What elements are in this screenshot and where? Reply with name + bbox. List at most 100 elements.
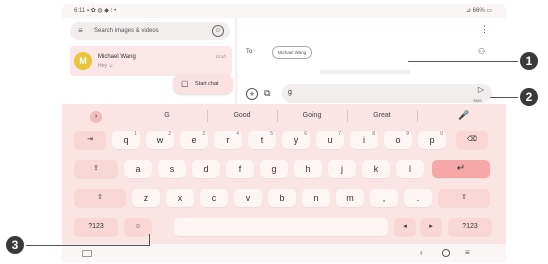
key-v[interactable]: v <box>234 189 262 207</box>
home-icon[interactable] <box>442 249 450 257</box>
conversation-item[interactable] <box>70 46 232 76</box>
symbols-key[interactable]: ?123 <box>74 218 118 236</box>
key-number-hint: 9 <box>406 131 409 137</box>
key-q[interactable]: q1 <box>112 131 140 149</box>
key-label: r <box>226 135 230 145</box>
key-label: ⇧ <box>461 194 467 201</box>
draft-label: Draft <box>216 54 226 59</box>
key-f[interactable]: f <box>226 160 254 178</box>
key-k[interactable]: k <box>362 160 390 178</box>
key-l[interactable]: l <box>396 160 424 178</box>
start-chat-label: Start chat <box>195 81 219 87</box>
key-label: v <box>245 193 251 203</box>
send-button[interactable]: ▷ SMS <box>472 84 490 103</box>
key-number-hint: 8 <box>372 131 375 137</box>
key-t[interactable]: t5 <box>248 131 276 149</box>
key-s[interactable]: s <box>158 160 186 178</box>
profile-icon[interactable]: ☺ <box>212 25 224 37</box>
key-label: l <box>409 164 411 174</box>
key-label: ⇪ <box>93 165 99 172</box>
search-bar[interactable]: ≡ Search images & videos ☺ <box>70 22 230 40</box>
cursor-right-key[interactable]: ▸ <box>420 218 442 236</box>
keyboard-switch-icon[interactable] <box>82 250 92 257</box>
key-j[interactable]: j <box>328 160 356 178</box>
key-e[interactable]: e3 <box>180 131 208 149</box>
recipient-chip[interactable]: Michael Wang <box>272 46 312 59</box>
shift-key[interactable]: ⇧ <box>438 189 490 207</box>
key-a[interactable]: a <box>124 160 152 178</box>
suggestion-item[interactable]: Going <box>292 112 332 119</box>
key-label: ▸ <box>429 223 433 230</box>
key-label: u <box>327 135 333 145</box>
key-label: h <box>305 164 311 174</box>
key-i[interactable]: i8 <box>350 131 378 149</box>
tab-key[interactable]: ⇥ <box>74 131 106 149</box>
key-label: m <box>346 193 354 203</box>
emoji-key[interactable]: ☺ <box>124 218 152 236</box>
suggestion-item[interactable]: G <box>152 112 182 119</box>
symbols-key[interactable]: ?123 <box>448 218 492 236</box>
navigation-bar: ‹ ≡ <box>62 246 506 262</box>
key-label: t <box>260 135 264 145</box>
period-key[interactable]: . <box>404 189 432 207</box>
key-label: s <box>169 164 175 174</box>
caps-lock-key[interactable]: ⇪ <box>74 160 118 178</box>
space-key[interactable] <box>174 218 388 236</box>
back-icon[interactable]: ‹ <box>420 248 423 257</box>
key-c[interactable]: c <box>200 189 228 207</box>
key-label: ?123 <box>462 223 478 230</box>
suggestion-item[interactable]: Great <box>362 112 402 119</box>
key-label: ◂ <box>403 223 407 230</box>
key-label: ?123 <box>88 223 104 230</box>
enter-key[interactable]: ↵ <box>432 160 490 178</box>
callout-line-3 <box>26 245 150 246</box>
start-chat-button[interactable]: ▢ Start chat <box>173 74 233 94</box>
to-label: To <box>246 49 253 55</box>
key-r[interactable]: r4 <box>214 131 242 149</box>
key-x[interactable]: x <box>166 189 194 207</box>
mic-icon[interactable]: 🎤 <box>458 110 469 121</box>
key-number-hint: 1 <box>134 131 137 137</box>
key-label: f <box>238 164 242 174</box>
key-d[interactable]: d <box>192 160 220 178</box>
suggestion-divider <box>277 110 278 122</box>
gallery-icon[interactable]: ⧉ <box>264 88 270 99</box>
key-n[interactable]: n <box>302 189 330 207</box>
key-g[interactable]: g <box>260 160 288 178</box>
key-b[interactable]: b <box>268 189 296 207</box>
key-label: b <box>279 193 285 203</box>
chat-icon: ▢ <box>181 79 189 88</box>
key-label: x <box>177 193 183 203</box>
message-input[interactable]: g <box>282 84 492 103</box>
add-person-icon[interactable]: ⚇ <box>478 47 485 56</box>
shift-key[interactable]: ⇧ <box>74 189 126 207</box>
key-label: ☺ <box>134 223 142 230</box>
recents-icon[interactable]: ≡ <box>465 248 470 257</box>
key-label: q <box>123 135 129 145</box>
suggestion-item[interactable]: Good <box>222 112 262 119</box>
key-w[interactable]: w2 <box>146 131 174 149</box>
key-u[interactable]: u7 <box>316 131 344 149</box>
key-z[interactable]: z <box>132 189 160 207</box>
avatar: M <box>74 52 92 70</box>
key-o[interactable]: o9 <box>384 131 412 149</box>
callout-3: 3 <box>6 236 24 254</box>
key-label: o <box>395 135 401 145</box>
key-p[interactable]: p0 <box>418 131 446 149</box>
key-label: d <box>203 164 209 174</box>
key-h[interactable]: h <box>294 160 322 178</box>
backspace-key[interactable]: ⌫ <box>456 131 488 149</box>
cursor-left-key[interactable]: ◂ <box>394 218 416 236</box>
callout-line-2 <box>490 97 518 98</box>
key-number-hint: 5 <box>270 131 273 137</box>
key-label: ↵ <box>456 163 466 174</box>
key-m[interactable]: m <box>336 189 364 207</box>
status-bar: 6:11 ▪ ✿ ◍ ◆ ⁝ • ⊿ 66% ▭ <box>62 6 506 16</box>
comma-key[interactable]: , <box>370 189 398 207</box>
add-attachment-button[interactable]: + <box>246 88 258 100</box>
key-label: . <box>416 193 420 203</box>
key-y[interactable]: y6 <box>282 131 310 149</box>
key-number-hint: 7 <box>338 131 341 137</box>
menu-icon[interactable]: ≡ <box>78 27 83 35</box>
more-options-icon[interactable]: ⋮ <box>480 24 489 35</box>
